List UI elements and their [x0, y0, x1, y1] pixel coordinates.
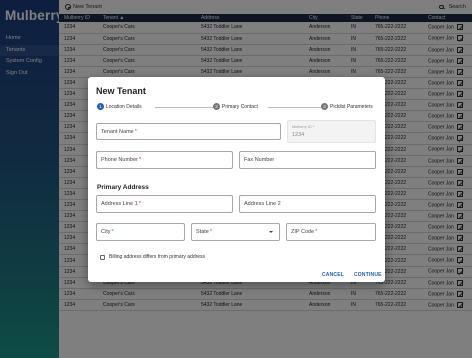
fax-number-label: Fax Number	[244, 157, 275, 163]
step-primary-contact[interactable]: 2 Primary Contact	[213, 103, 258, 110]
state-label: State	[196, 229, 209, 235]
continue-button[interactable]: CONTINUE	[354, 272, 382, 278]
tenant-name-label: Tenant Name	[101, 128, 134, 135]
tenant-name-field[interactable]: Tenant Name *	[96, 123, 281, 140]
required-marker: *	[111, 229, 114, 235]
step-picklist-parameters[interactable]: 3 Picklist Parameters	[321, 103, 373, 110]
address-line-1-label: Address Line 1	[101, 201, 138, 207]
billing-address-checkbox-label: Billing address differs from primary add…	[109, 254, 206, 260]
required-marker: *	[134, 128, 137, 135]
dialog-title: New Tenant	[96, 86, 146, 96]
city-label: City	[101, 229, 111, 235]
phone-number-label: Phone Number	[101, 157, 138, 163]
required-marker: *	[138, 201, 141, 207]
step-number: 2	[213, 103, 220, 110]
step-number: 1	[97, 103, 104, 110]
billing-address-checkbox[interactable]	[100, 254, 105, 260]
stepper-line	[268, 106, 328, 108]
billing-address-checkbox-row[interactable]: Billing address differs from primary add…	[100, 254, 205, 260]
step-location-details[interactable]: 1 Location Details	[97, 103, 142, 110]
required-marker: *	[139, 157, 142, 163]
stepper-line	[155, 106, 221, 108]
zip-code-field[interactable]: ZIP Code *	[286, 223, 376, 241]
mulberry-id-field: Mulberry ID * 1234	[287, 120, 376, 143]
required-marker: *	[209, 229, 212, 235]
new-tenant-dialog: New Tenant 1 Location Details 2 Primary …	[88, 77, 385, 282]
mulberry-id-label: Mulberry ID *	[292, 125, 315, 129]
required-marker: *	[315, 229, 318, 235]
step-label: Primary Contact	[222, 103, 258, 110]
mulberry-id-value: 1234	[292, 132, 305, 138]
primary-address-heading: Primary Address	[97, 184, 149, 191]
phone-number-field[interactable]: Phone Number *	[96, 151, 233, 169]
stepper: 1 Location Details 2 Primary Contact 3 P…	[97, 103, 375, 113]
cancel-button[interactable]: CANCEL	[322, 272, 344, 278]
state-select[interactable]: State *	[191, 223, 280, 241]
fax-number-field[interactable]: Fax Number	[239, 151, 376, 169]
city-field[interactable]: City *	[96, 223, 185, 241]
step-label: Picklist Parameters	[330, 103, 373, 110]
address-line-2-field[interactable]: Address Line 2	[239, 195, 376, 213]
step-number: 3	[321, 103, 328, 110]
zip-code-label: ZIP Code	[291, 229, 315, 235]
step-label: Location Details	[106, 103, 142, 110]
address-line-1-field[interactable]: Address Line 1 *	[96, 195, 233, 213]
dropdown-caret-icon	[269, 231, 273, 233]
address-line-2-label: Address Line 2	[244, 201, 281, 207]
